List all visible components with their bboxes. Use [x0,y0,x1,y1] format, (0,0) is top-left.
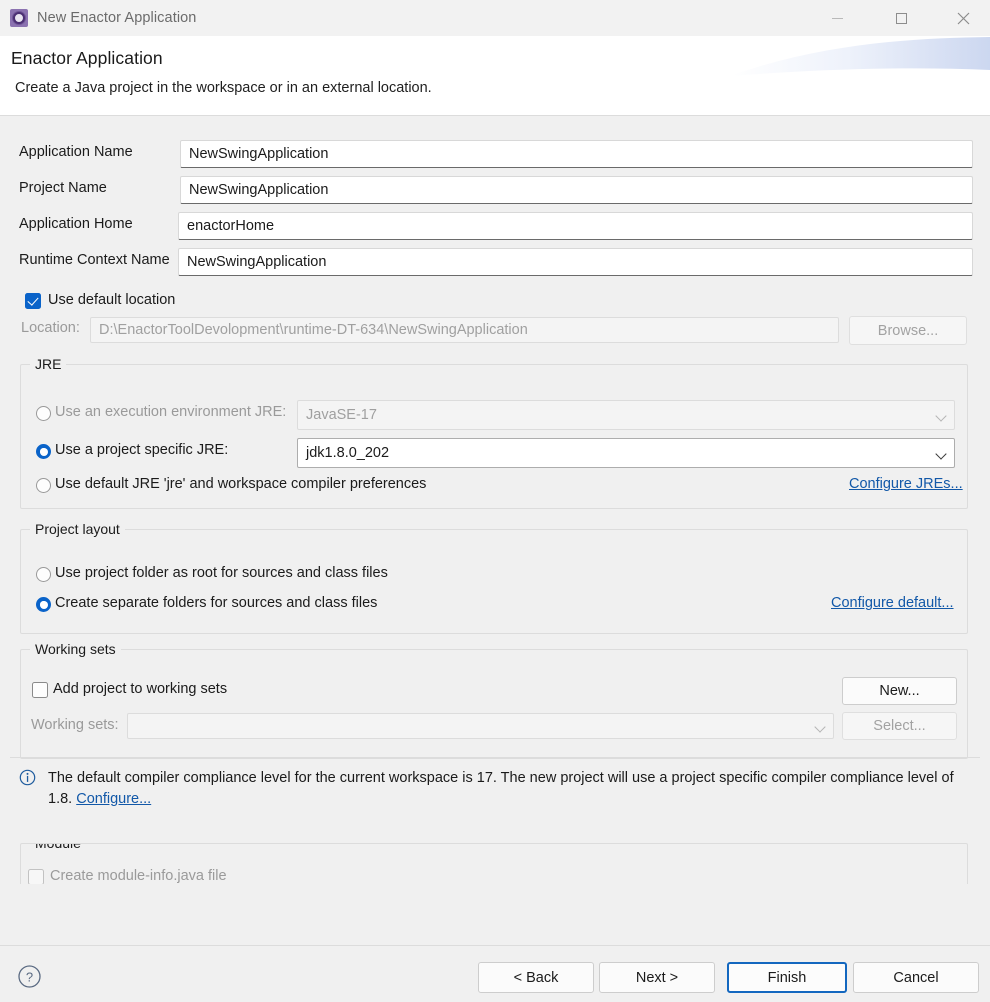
chevron-down-icon [937,412,945,420]
back-button[interactable]: < Back [478,962,594,993]
application-home-label: Application Home [19,216,133,232]
create-separate-folders-radio[interactable] [36,597,51,612]
use-project-folder-root-label[interactable]: Use project folder as root for sources a… [55,565,388,581]
project-layout-group: Project layout [20,521,968,634]
working-sets-group: Working sets [20,641,968,759]
runtime-context-name-label: Runtime Context Name [19,252,170,268]
svg-text:?: ? [26,969,33,984]
chevron-down-icon [816,723,824,731]
minimize-icon[interactable] [814,0,860,36]
browse-button: Browse... [849,316,967,345]
project-specific-jre-combo[interactable]: jdk1.8.0_202 [297,438,955,468]
page-title: Enactor Application [11,48,163,68]
window-title: New Enactor Application [37,10,197,26]
info-divider [10,757,980,758]
add-project-to-working-sets-label[interactable]: Add project to working sets [53,681,227,697]
use-project-specific-jre-label[interactable]: Use a project specific JRE: [55,442,228,458]
add-project-to-working-sets-checkbox[interactable] [32,682,48,698]
enactor-cog-icon [10,9,28,27]
configure-jres-link[interactable]: Configure JREs... [849,476,963,492]
module-group-title: Module [30,844,86,851]
working-sets-combo [127,713,834,739]
runtime-context-name-input[interactable]: NewSwingApplication [178,248,973,276]
use-execution-environment-jre-radio[interactable] [36,406,51,421]
configure-default-link[interactable]: Configure default... [831,595,954,611]
create-module-info-checkbox[interactable] [28,869,44,885]
execution-environment-jre-combo: JavaSE-17 [297,400,955,430]
next-button[interactable]: Next > [599,962,715,993]
application-home-input[interactable]: enactorHome [178,212,973,240]
create-module-info-label[interactable]: Create module-info.java file [50,868,227,884]
info-icon [19,769,36,786]
field-row-project-name: Project Name NewSwingApplication [0,176,990,204]
use-project-folder-root-radio[interactable] [36,567,51,582]
working-sets-combo-label: Working sets: [31,717,119,733]
use-default-jre-label[interactable]: Use default JRE 'jre' and workspace comp… [55,476,426,492]
application-name-input[interactable]: NewSwingApplication [180,140,973,168]
working-sets-group-title: Working sets [30,641,121,657]
configure-compliance-link[interactable]: Configure... [76,791,151,807]
use-default-jre-radio[interactable] [36,478,51,493]
title-bar: New Enactor Application [0,0,990,36]
jre-group-title: JRE [30,356,67,372]
field-row-application-home: Application Home enactorHome [0,212,990,240]
compiler-compliance-text: The default compiler compliance level fo… [48,770,954,807]
location-input: D:\EnactorToolDevolopment\runtime-DT-634… [90,317,839,343]
maximize-icon[interactable] [878,0,924,36]
field-row-runtime-context-name: Runtime Context Name NewSwingApplication [0,248,990,276]
use-execution-environment-jre-label[interactable]: Use an execution environment JRE: [55,404,286,420]
page-description: Create a Java project in the workspace o… [15,80,432,96]
project-name-input[interactable]: NewSwingApplication [180,176,973,204]
application-name-label: Application Name [19,144,133,160]
field-row-application-name: Application Name NewSwingApplication [0,140,990,168]
location-label: Location: [21,320,80,336]
chevron-down-icon [937,450,945,458]
create-separate-folders-label[interactable]: Create separate folders for sources and … [55,595,377,611]
select-working-set-button: Select... [842,712,957,740]
new-working-set-button[interactable]: New... [842,677,957,705]
project-name-label: Project Name [19,180,107,196]
header-banner-decoration [730,37,990,76]
finish-button[interactable]: Finish [727,962,847,993]
cancel-button[interactable]: Cancel [853,962,979,993]
dialog-body: Application Name NewSwingApplication Pro… [0,116,990,945]
compiler-compliance-message: The default compiler compliance level fo… [48,768,968,810]
use-default-location-label[interactable]: Use default location [48,292,175,308]
use-project-specific-jre-radio[interactable] [36,444,51,459]
use-default-location-checkbox[interactable] [25,293,41,309]
project-specific-jre-value: jdk1.8.0_202 [306,445,390,461]
project-layout-group-title: Project layout [30,521,125,537]
help-icon[interactable]: ? [17,964,42,989]
body-bottom-mask [0,884,990,945]
footer-divider [0,945,990,946]
execution-environment-jre-value: JavaSE-17 [306,407,377,423]
close-icon[interactable] [940,0,986,36]
dialog-window: New Enactor Application Enactor Applicat… [0,0,990,1002]
dialog-header: Enactor Application Create a Java projec… [0,36,990,115]
